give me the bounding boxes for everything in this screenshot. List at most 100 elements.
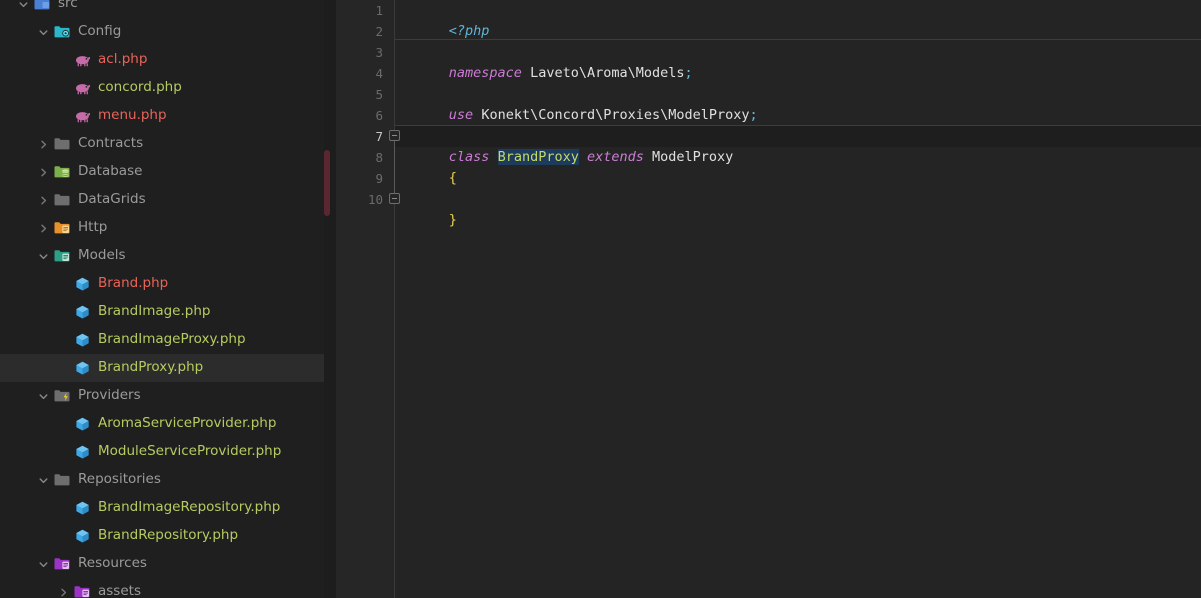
tree-item-datagrids[interactable]: DataGrids (0, 186, 336, 214)
tree-item-brandimagerepository-php[interactable]: BrandImageRepository.php (0, 494, 336, 522)
line-number-2[interactable]: 2 (336, 21, 394, 42)
tree-item-label: Providers (78, 387, 141, 404)
code-line-1[interactable]: <?php (394, 0, 1201, 39)
tree-item-label: src (58, 0, 78, 12)
chevron-down-icon[interactable] (38, 391, 49, 402)
token-brace-close: } (448, 212, 457, 228)
code-line-3[interactable]: namespace Laveto\Aroma\Models; (394, 42, 1201, 81)
chevron-right-icon[interactable] (38, 223, 49, 234)
line-number-1[interactable]: 1 (336, 0, 394, 21)
php-class-icon (74, 332, 91, 348)
tree-item-concord-php[interactable]: concord.php (0, 74, 336, 102)
tree-item-src[interactable]: src (0, 0, 336, 18)
code-line-10[interactable]: } (394, 189, 1201, 228)
php-file-icon (74, 108, 91, 124)
sidebar-edge (324, 0, 336, 598)
tree-item-label: ModuleServiceProvider.php (98, 443, 282, 460)
tree-item-label: menu.php (98, 107, 167, 124)
tree-item-label: DataGrids (78, 191, 146, 208)
line-number-10[interactable]: 10 (336, 189, 394, 210)
line-number-4[interactable]: 4 (336, 63, 394, 84)
tree-item-label: BrandImage.php (98, 303, 211, 320)
tree-item-providers[interactable]: Providers (0, 382, 336, 410)
tree-item-label: Database (78, 163, 143, 180)
chevron-right-icon[interactable] (58, 587, 69, 598)
editor-pane[interactable]: 1 2 3 4 5 6 7 8 9 10 <?php namespace Laveto\Aroma… (336, 0, 1201, 598)
php-class-icon (74, 416, 91, 432)
tree-item-http[interactable]: Http (0, 214, 336, 242)
tree-item-config[interactable]: Config (0, 18, 336, 46)
line-number-5[interactable]: 5 (336, 84, 394, 105)
tree-item-brandimageproxy-php[interactable]: BrandImageProxy.php (0, 326, 336, 354)
code-line-5[interactable]: use Konekt\Concord\Proxies\ModelProxy; (394, 84, 1201, 123)
folder-http-icon (54, 220, 71, 236)
code-line-4[interactable] (394, 63, 1201, 84)
tree-item-database[interactable]: Database (0, 158, 336, 186)
php-file-icon (74, 80, 91, 96)
tree-item-brandimage-php[interactable]: BrandImage.php (0, 298, 336, 326)
code-line-6[interactable] (394, 105, 1201, 126)
line-number-9[interactable]: 9 (336, 168, 394, 189)
tree-item-label: Contracts (78, 135, 144, 152)
tree-item-models[interactable]: Models (0, 242, 336, 270)
folder-config-icon (54, 24, 71, 40)
tree-item-moduleserviceprovider-php[interactable]: ModuleServiceProvider.php (0, 438, 336, 466)
tree-item-label: Models (78, 247, 126, 264)
tree-item-label: BrandRepository.php (98, 527, 239, 544)
php-class-icon (74, 528, 91, 544)
php-class-icon (74, 276, 91, 292)
code-line-8[interactable]: { (394, 147, 1201, 186)
tree-item-label: BrandImageRepository.php (98, 499, 281, 516)
tree-item-menu-php[interactable]: menu.php (0, 102, 336, 130)
project-sidebar[interactable]: src Config acl.php concord.php menu.php Contr… (0, 0, 336, 598)
tree-item-label: concord.php (98, 79, 182, 96)
folder-models-icon (54, 248, 71, 264)
tree-item-label: BrandImageProxy.php (98, 331, 246, 348)
tree-item-brandproxy-php[interactable]: BrandProxy.php (0, 354, 336, 382)
tree-item-label: acl.php (98, 51, 148, 68)
folder-plain-icon (54, 192, 71, 208)
folder-plain-icon (54, 136, 71, 152)
tree-item-label: Http (78, 219, 108, 236)
chevron-down-icon[interactable] (38, 251, 49, 262)
folder-resources-icon (54, 556, 71, 572)
chevron-down-icon[interactable] (38, 27, 49, 38)
tree-item-brandrepository-php[interactable]: BrandRepository.php (0, 522, 336, 550)
tree-item-label: Repositories (78, 471, 161, 488)
line-number-8[interactable]: 8 (336, 147, 394, 168)
chevron-right-icon[interactable] (38, 167, 49, 178)
sidebar-scrollbar[interactable] (324, 150, 330, 216)
line-number-3[interactable]: 3 (336, 42, 394, 63)
php-file-icon (74, 52, 91, 68)
folder-src-icon (34, 0, 51, 12)
tree-item-resources[interactable]: Resources (0, 550, 336, 578)
folder-plain-icon (54, 472, 71, 488)
tree-item-brand-php[interactable]: Brand.php (0, 270, 336, 298)
tree-item-repositories[interactable]: Repositories (0, 466, 336, 494)
code-line-7[interactable]: class BrandProxy extends ModelProxy (394, 126, 1201, 165)
php-class-icon (74, 500, 91, 516)
php-class-icon (74, 444, 91, 460)
chevron-down-icon[interactable] (18, 0, 29, 10)
tree-item-assets[interactable]: assets (0, 578, 336, 598)
tree-item-acl-php[interactable]: acl.php (0, 46, 336, 74)
php-class-icon (74, 304, 91, 320)
php-class-icon (74, 360, 91, 376)
chevron-right-icon[interactable] (38, 139, 49, 150)
code-line-9[interactable] (394, 168, 1201, 189)
tree-item-aromaserviceprovider-php[interactable]: AromaServiceProvider.php (0, 410, 336, 438)
chevron-down-icon[interactable] (38, 475, 49, 486)
tree-item-label: assets (98, 583, 141, 598)
tree-item-label: Resources (78, 555, 147, 572)
folder-database-icon (54, 164, 71, 180)
tree-item-label: Config (78, 23, 122, 40)
code-line-2[interactable] (394, 21, 1201, 42)
folder-providers-icon (54, 388, 71, 404)
chevron-down-icon[interactable] (38, 559, 49, 570)
tree-item-label: Brand.php (98, 275, 169, 292)
chevron-right-icon[interactable] (38, 195, 49, 206)
tree-item-contracts[interactable]: Contracts (0, 130, 336, 158)
line-number-7[interactable]: 7 (336, 126, 394, 147)
tree-item-label: AromaServiceProvider.php (98, 415, 277, 432)
line-number-6[interactable]: 6 (336, 105, 394, 126)
